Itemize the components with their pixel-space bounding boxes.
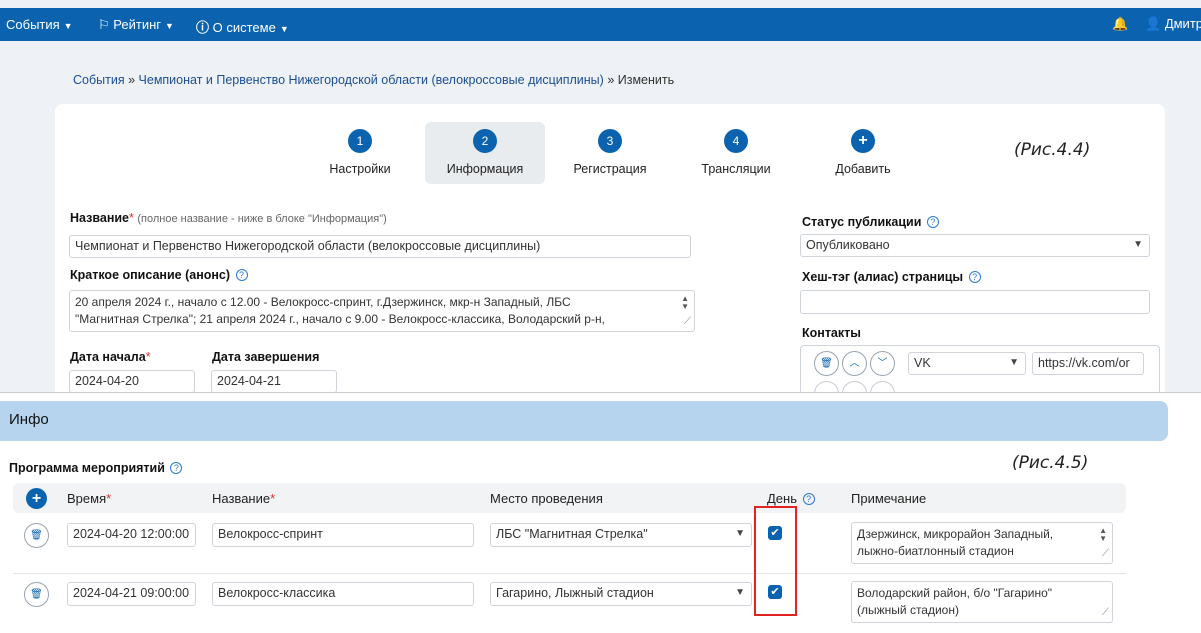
chevron-down-icon[interactable]: ﹀	[870, 351, 895, 376]
breadcrumb-link-events[interactable]: События	[73, 73, 125, 87]
wizard-step-information[interactable]: 2 Информация	[425, 122, 545, 184]
end-date-input[interactable]: 2024-04-21	[211, 370, 337, 392]
trash-icon[interactable]: 🗑	[814, 351, 839, 376]
help-icon[interactable]: ?	[235, 269, 248, 281]
program-note-textarea[interactable]: Дзержинск, микрорайон Западный, лыжно-би…	[851, 522, 1113, 564]
step-label: Трансляции	[701, 162, 771, 176]
trash-icon[interactable]: 🗑	[24, 582, 49, 607]
step-number-badge: 1	[348, 129, 372, 153]
chevron-down-icon: ▼	[735, 587, 745, 598]
help-icon[interactable]: ?	[968, 271, 981, 283]
name-input[interactable]: Чемпионат и Первенство Нижегородской обл…	[69, 235, 691, 258]
nav-rating[interactable]: ⚐ Рейтинг ▼	[98, 17, 174, 33]
user-menu[interactable]: 👤 Дмитр	[1145, 16, 1201, 32]
info-section: Инфо Программа мероприятий ? (Рис.4.5) +…	[0, 392, 1201, 633]
step-number-badge: 3	[598, 129, 622, 153]
program-place-select[interactable]: ЛБС "Магнитная Стрелка" ▼	[490, 523, 752, 547]
name-label: Название* (полное название - ниже в блок…	[70, 211, 387, 225]
wizard-step-registration[interactable]: 3 Регистрация	[560, 122, 660, 184]
column-note: Примечание	[851, 491, 927, 506]
nav-events[interactable]: События ▼	[6, 17, 73, 32]
step-number-badge: 4	[724, 129, 748, 153]
help-icon[interactable]: ?	[802, 493, 815, 505]
end-date-label: Дата завершения	[212, 350, 320, 364]
breadcrumb-link-event[interactable]: Чемпионат и Первенство Нижегородской обл…	[139, 73, 604, 87]
event-edit-screen: События ▼ ⚐ Рейтинг ▼ ⓘ О системе ▼ 🔔 👤 Дми…	[0, 0, 1201, 392]
figure-caption: (Рис.4.5)	[1012, 453, 1089, 473]
bell-icon[interactable]: 🔔	[1112, 16, 1128, 32]
nav-about[interactable]: ⓘ О системе ▼	[196, 17, 289, 36]
chevron-down-icon: ▼	[165, 21, 174, 31]
spinner-icon: ▲ ▼	[1099, 526, 1107, 543]
column-name: Название*	[212, 491, 276, 506]
resize-handle-icon[interactable]: ⟋	[684, 313, 691, 330]
column-place: Место проведения	[490, 491, 603, 506]
contact-type-select[interactable]: VK ▼	[908, 352, 1026, 375]
step-label: Регистрация	[573, 162, 647, 176]
program-name-input[interactable]: Велокросс-классика	[212, 582, 474, 606]
chevron-down-icon: ▼	[1133, 239, 1143, 250]
program-time-input[interactable]: 2024-04-20 12:00:00	[67, 523, 196, 547]
resize-handle-icon[interactable]: ⟋	[1102, 604, 1109, 621]
breadcrumb-separator: »	[128, 73, 136, 87]
start-date-label: Дата начала*	[70, 350, 151, 364]
column-day: День ?	[767, 491, 815, 506]
plus-icon: +	[851, 129, 875, 153]
info-icon: ⓘ	[196, 20, 210, 35]
contact-url-input[interactable]: https://vk.com/or	[1032, 352, 1144, 375]
add-row-button[interactable]: +	[26, 488, 47, 509]
figure-caption: (Рис.4.4)	[1014, 140, 1091, 160]
spinner-icon: ▲ ▼	[681, 294, 689, 311]
column-time: Время*	[67, 491, 112, 506]
contacts-label: Контакты	[802, 326, 861, 340]
help-icon[interactable]: ?	[926, 216, 939, 228]
chevron-down-icon: ▼	[735, 528, 745, 539]
page-alias-input[interactable]	[800, 290, 1150, 314]
publication-status-select[interactable]: Опубликовано ▼	[800, 234, 1150, 257]
day-column-highlight	[754, 506, 797, 616]
wizard-step-broadcasts[interactable]: 4 Трансляции	[686, 122, 786, 184]
breadcrumb-current: Изменить	[617, 73, 675, 87]
user-icon: 👤	[1145, 16, 1162, 31]
short-description-label: Краткое описание (анонс) ?	[70, 268, 248, 282]
breadcrumb-separator: »	[607, 73, 615, 87]
breadcrumb: События » Чемпионат и Первенство Нижегор…	[73, 73, 674, 87]
help-icon[interactable]: ?	[170, 462, 183, 474]
program-place-select[interactable]: Гагарино, Лыжный стадион ▼	[490, 582, 752, 606]
info-section-header[interactable]: Инфо	[0, 401, 1168, 441]
trash-icon[interactable]: 🗑	[24, 523, 49, 548]
chevron-up-icon[interactable]: ︿	[842, 351, 867, 376]
name-hint: (полное название - ниже в блоке "Информа…	[137, 213, 387, 225]
chevron-down-icon: ▼	[1009, 357, 1019, 368]
step-label: Информация	[446, 162, 524, 176]
step-label: Настройки	[329, 162, 391, 176]
program-note-textarea[interactable]: Володарский район, б/о "Гагарино" (лыжны…	[851, 581, 1113, 623]
step-label: Добавить	[835, 162, 891, 176]
start-date-input[interactable]: 2024-04-20	[69, 370, 195, 392]
chevron-down-icon: ▼	[63, 21, 73, 31]
chevron-down-icon: ▼	[279, 24, 289, 34]
wizard-step-add[interactable]: + Добавить	[813, 122, 913, 184]
program-name-input[interactable]: Велокросс-спринт	[212, 523, 474, 547]
short-description-textarea[interactable]: 20 апреля 2024 г., начало с 12.00 - Вело…	[69, 290, 695, 332]
program-title: Программа мероприятий ?	[9, 461, 183, 475]
row-divider	[13, 573, 1126, 574]
top-navbar: События ▼ ⚐ Рейтинг ▼ ⓘ О системе ▼ 🔔 👤 Дми…	[0, 8, 1201, 41]
resize-handle-icon[interactable]: ⟋	[1102, 545, 1109, 562]
flag-icon: ⚐	[98, 17, 110, 32]
page-alias-label: Хеш-тэг (алиас) страницы ?	[802, 270, 981, 284]
publication-status-label: Статус публикации ?	[802, 215, 939, 229]
wizard-step-settings[interactable]: 1 Настройки	[310, 122, 410, 184]
program-time-input[interactable]: 2024-04-21 09:00:00	[67, 582, 196, 606]
step-number-badge: 2	[473, 129, 497, 153]
